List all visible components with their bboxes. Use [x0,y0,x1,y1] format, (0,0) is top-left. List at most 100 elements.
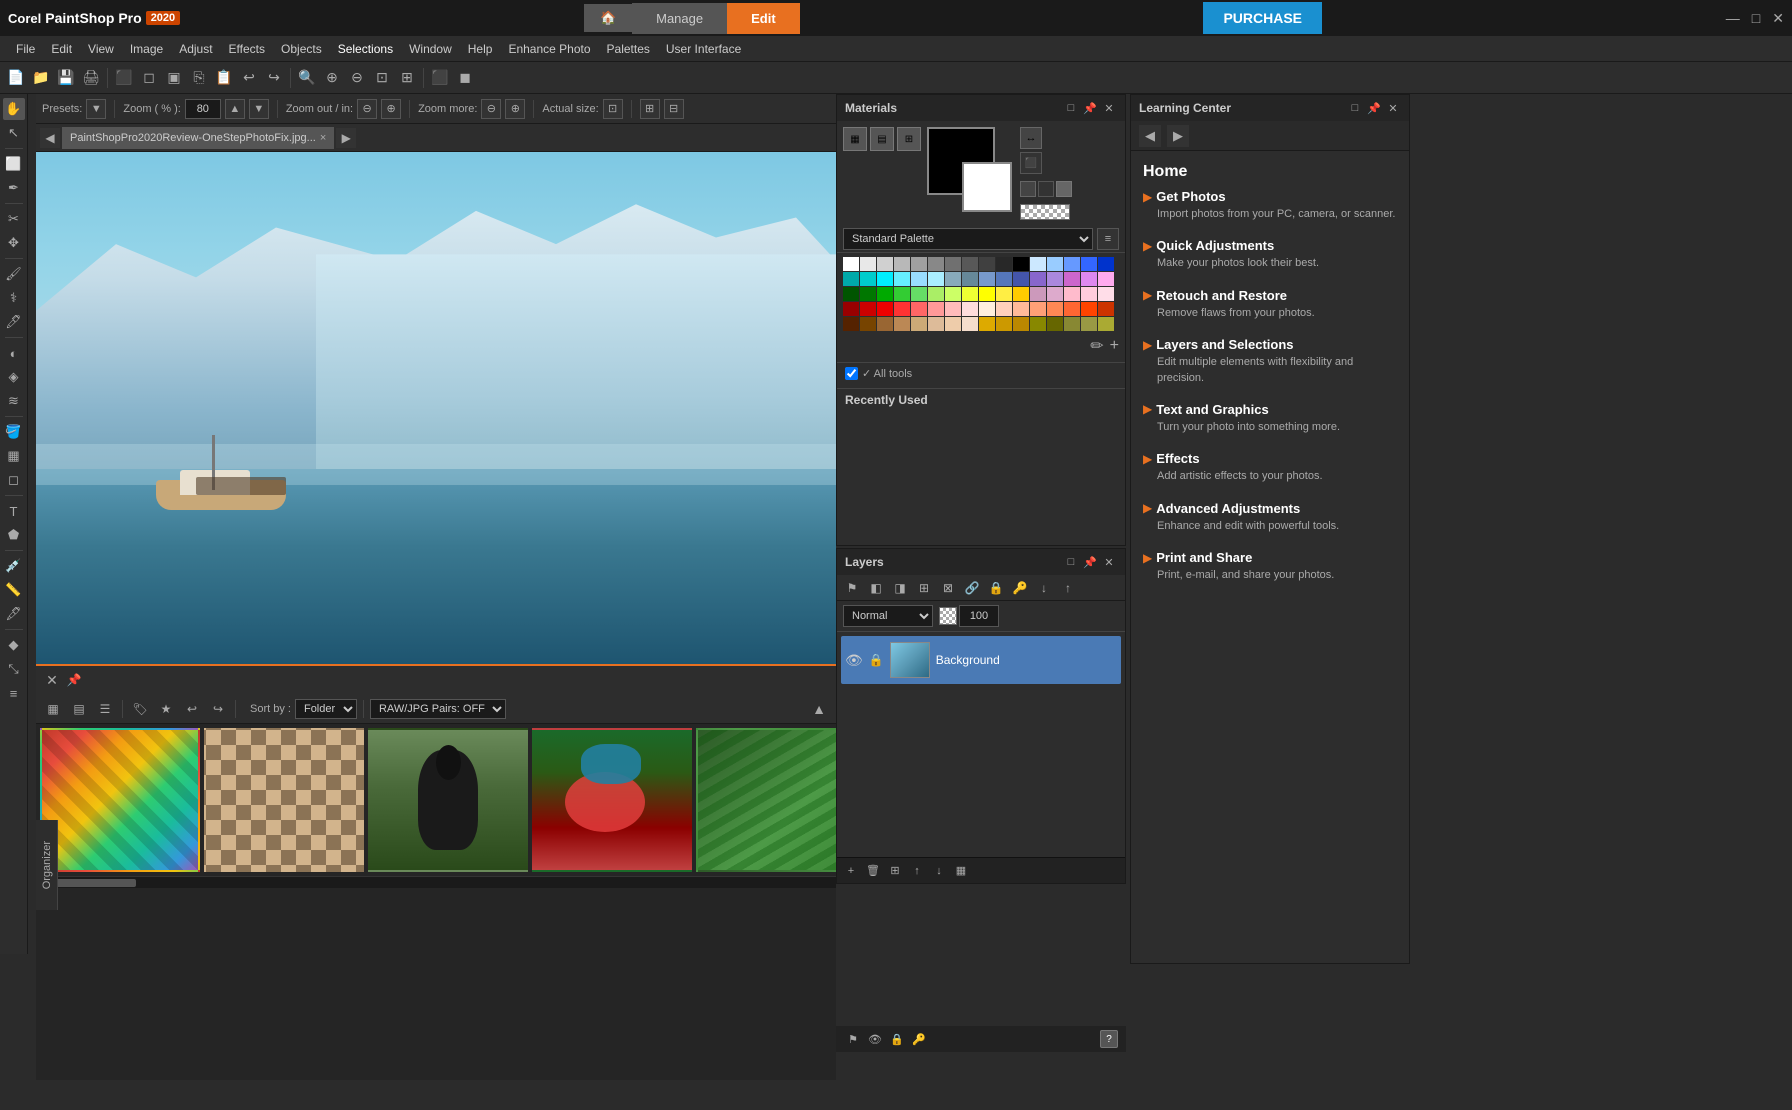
cp-green3[interactable] [877,287,893,301]
tool-pan[interactable]: ✋ [3,98,25,120]
tool-crop[interactable]: ✂ [3,208,25,230]
status-btn-1[interactable]: ⚑ [844,1030,862,1048]
zoom-input[interactable] [185,99,221,119]
color-dk-gray4[interactable] [996,257,1012,271]
toolbar-redo[interactable]: ↪ [262,66,286,90]
cp-brown3[interactable] [877,317,893,331]
cp-red1[interactable] [877,302,893,316]
cp-violet1[interactable] [1030,272,1046,286]
cp-orange3[interactable] [1081,302,1097,316]
materials-pin-btn[interactable]: 📌 [1082,100,1098,116]
blend-mode-dropdown[interactable]: Normal [843,605,933,627]
cp-orange-dk[interactable] [1098,302,1114,316]
palette-swatch-icon[interactable]: ▦ [843,127,867,151]
toolbar-new[interactable]: 📄 [4,66,28,90]
toolbar-print[interactable]: 🖨 [79,66,103,90]
canvas-full-btn[interactable]: ⊟ [664,99,684,119]
cp-blue-dk[interactable] [996,272,1012,286]
cp-peach1[interactable] [996,302,1012,316]
toolbar-btn-zoom1[interactable]: 🔍 [295,66,319,90]
toolbar-paste[interactable]: 📋 [212,66,236,90]
learning-item-quick-adj[interactable]: ▶ Quick Adjustments Make your photos loo… [1143,238,1397,271]
cp-mauve2[interactable] [1047,287,1063,301]
materials-float-btn[interactable]: □ [1063,100,1079,116]
mini-swatch-1[interactable] [1020,181,1036,197]
color-lt-blue2[interactable] [1047,257,1063,271]
tool-warp[interactable]: ⤡ [3,658,25,680]
edit-tab[interactable]: Edit [727,3,800,34]
toolbar-btn-actual[interactable]: ⊞ [395,66,419,90]
org-pin-btn[interactable]: 📌 [66,672,82,688]
tool-smudge[interactable]: ≋ [3,390,25,412]
cp-orange2[interactable] [1064,302,1080,316]
status-btn-4[interactable]: 🔑 [910,1030,928,1048]
tool-sharpen[interactable]: ◈ [3,366,25,388]
cp-sky1[interactable] [911,272,927,286]
lay-move-down[interactable]: ↓ [929,861,949,881]
cp-tan1[interactable] [894,317,910,331]
toolbar-open[interactable]: 📁 [29,66,53,90]
cp-gold3[interactable] [1013,317,1029,331]
org-view-1[interactable]: ▦ [42,698,64,720]
layers-tool-1[interactable]: ⚑ [841,577,863,599]
layers-tool-8[interactable]: 🔑 [1009,577,1031,599]
tool-dodge[interactable]: ◐ [3,342,25,364]
edit-palette-btn[interactable]: ✏ [1090,336,1103,356]
layers-tool-3[interactable]: ◨ [889,577,911,599]
color-mid-gray2[interactable] [928,257,944,271]
org-tag-btn[interactable]: 🏷 [129,698,151,720]
layers-float-btn[interactable]: □ [1063,554,1079,570]
background-swatch[interactable] [962,162,1012,212]
tool-pen[interactable]: 🖋 [3,603,25,625]
org-undo-btn[interactable]: ↩ [181,698,203,720]
org-view-3[interactable]: ☰ [94,698,116,720]
lay-new-layer[interactable]: + [841,861,861,881]
canvas-tab-close[interactable]: × [320,132,326,144]
cp-lime1[interactable] [928,287,944,301]
cp-orange-lt[interactable] [1030,302,1046,316]
cp-slate2[interactable] [962,272,978,286]
tool-measure[interactable]: 📏 [3,579,25,601]
tool-heal[interactable]: ⚕ [3,287,25,309]
zoom-more-out[interactable]: ⊖ [481,99,501,119]
cp-olive2[interactable] [1047,317,1063,331]
cp-olive3[interactable] [1064,317,1080,331]
tab-next-button[interactable]: ▶ [336,128,356,148]
learning-back-btn[interactable]: ◀ [1139,125,1161,147]
learning-item-retouch[interactable]: ▶ Retouch and Restore Remove flaws from … [1143,288,1397,321]
color-dk-gray3[interactable] [979,257,995,271]
palette-pattern-icon[interactable]: ⊞ [897,127,921,151]
menu-objects[interactable]: Objects [273,39,330,59]
menu-help[interactable]: Help [460,39,501,59]
tool-fill[interactable]: 🪣 [3,421,25,443]
layers-tool-2[interactable]: ◧ [865,577,887,599]
cp-violet2[interactable] [1047,272,1063,286]
tab-prev-button[interactable]: ◀ [40,128,60,148]
zoom-in-btn[interactable]: ⊕ [381,99,401,119]
tool-align[interactable]: ≡ [3,682,25,704]
lay-move-up[interactable]: ↑ [907,861,927,881]
org-rate-btn[interactable]: ★ [155,698,177,720]
cp-dk-red2[interactable] [860,302,876,316]
cp-green2[interactable] [860,287,876,301]
cp-green5[interactable] [911,287,927,301]
cp-olive1[interactable] [1030,317,1046,331]
color-lt-gray3[interactable] [894,257,910,271]
cp-brown2[interactable] [860,317,876,331]
cp-teal1[interactable] [843,272,859,286]
close-icon[interactable]: ✕ [1772,10,1784,27]
cp-blush[interactable] [1098,287,1114,301]
cp-brown1[interactable] [843,317,859,331]
color-lt-gray1[interactable] [860,257,876,271]
org-redo-btn[interactable]: ↪ [207,698,229,720]
manage-tab[interactable]: Manage [632,3,727,34]
zoom-up[interactable]: ▲ [225,99,245,119]
color-lt-blue3[interactable] [1064,257,1080,271]
toolbar-btn-zoom2[interactable]: ⊕ [320,66,344,90]
cp-lt-pink2[interactable] [979,302,995,316]
learning-item-effects[interactable]: ▶ Effects Add artistic effects to your p… [1143,451,1397,484]
cp-rose2[interactable] [1081,287,1097,301]
all-tools-checkbox[interactable] [845,367,858,380]
cp-yellow-dk[interactable] [1098,317,1114,331]
tool-freehand[interactable]: ✒ [3,177,25,199]
